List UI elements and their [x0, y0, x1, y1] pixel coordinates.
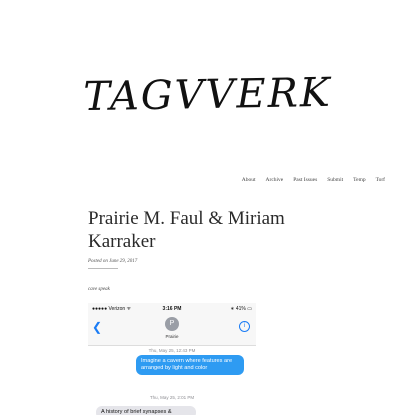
post-title: Prairie M. Faul & Miriam Karraker: [88, 208, 285, 252]
nav-item-torf[interactable]: Torf: [376, 177, 385, 183]
status-bar: ●●●●● Verizon ᯤ 3:16 PM ∗ 41% ▭: [88, 303, 256, 315]
nav-item-temp[interactable]: Temp: [353, 177, 365, 183]
message-timestamp: Thu, May 25, 2:01 PM: [149, 395, 195, 400]
outgoing-message: Imagine a cavern where features are arra…: [136, 355, 244, 375]
conversation-header: ❮ P Prairie i: [88, 315, 256, 346]
info-icon: i: [239, 321, 250, 332]
nav-item-about[interactable]: About: [242, 177, 256, 183]
post-epigraph: cave speak: [88, 287, 110, 292]
nav-item-submit[interactable]: Submit: [327, 177, 343, 183]
nav-item-archive[interactable]: Archive: [266, 177, 284, 183]
nav-item-past-issues[interactable]: Past Issues: [293, 177, 317, 183]
battery-indicator: ∗ 41% ▭: [230, 306, 252, 312]
chevron-left-icon: ❮: [92, 320, 103, 334]
message-timestamp: Thu, May 25, 12:43 PM: [148, 348, 196, 353]
message-screenshot: ●●●●● Verizon ᯤ 3:16 PM ∗ 41% ▭ ❮ P Prai…: [88, 303, 256, 415]
site-logo[interactable]: TAGVVERK: [0, 68, 415, 121]
post-meta: Posted on June 29, 2017: [88, 259, 138, 264]
meta-divider: [88, 268, 118, 269]
avatar: P: [165, 317, 179, 331]
incoming-message: A history of brief synapses &: [96, 406, 196, 415]
main-nav: About Archive Past Issues Submit Temp To…: [242, 177, 385, 183]
contact-name: Prairie: [165, 334, 179, 339]
